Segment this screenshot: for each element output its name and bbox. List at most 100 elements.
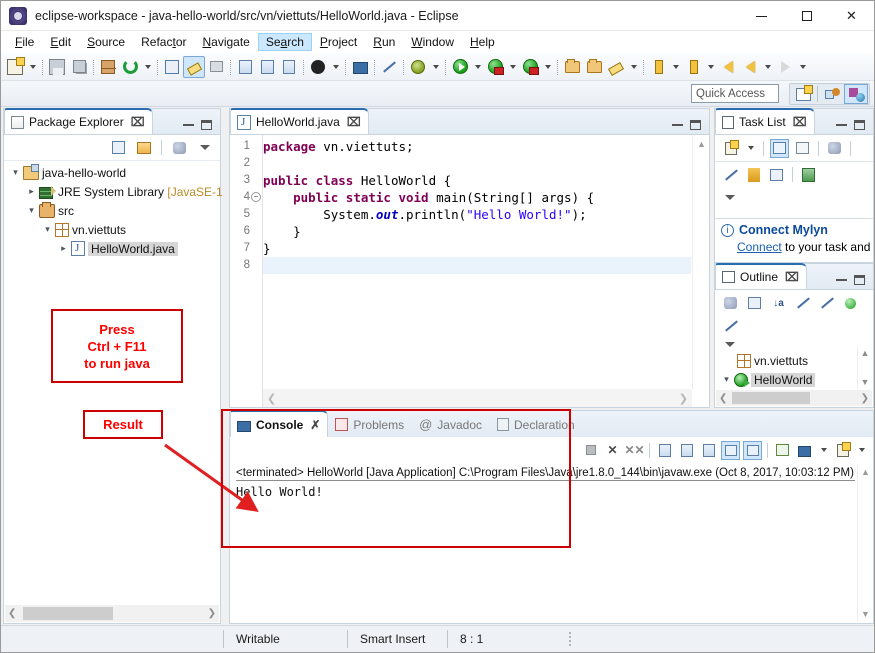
monitor-icon[interactable] <box>349 56 371 78</box>
new-java-project-icon[interactable] <box>161 56 183 78</box>
tree-row-java-hello-world[interactable]: ▾ java-hello-world <box>4 163 220 182</box>
tree-row-src[interactable]: ▾ src <box>4 201 220 220</box>
pilcrow-icon[interactable] <box>278 56 300 78</box>
editor-vscrollbar[interactable]: ▲ <box>692 135 709 389</box>
twisty-closed-icon[interactable]: ▸ <box>24 186 39 197</box>
close-button[interactable]: ✕ <box>829 1 874 31</box>
debug-dropdown-arrow-icon[interactable] <box>506 56 519 78</box>
arrow-up-icon[interactable] <box>682 56 704 78</box>
run-dropdown-arrow-icon[interactable] <box>471 56 484 78</box>
open-perspective-icon[interactable] <box>791 84 815 104</box>
open-console-dropdown-arrow-icon[interactable] <box>855 439 868 461</box>
menu-refactor[interactable]: Refactor <box>133 33 194 51</box>
forward-arrow-icon[interactable] <box>774 56 796 78</box>
tab-package-explorer[interactable]: Package Explorer ⌧ <box>4 108 153 134</box>
open-type-icon[interactable] <box>256 56 278 78</box>
menu-run[interactable]: Run <box>365 33 403 51</box>
tree-row-jre-system-library[interactable]: ▸ JRE System Library [JavaSE-1 <box>4 182 223 201</box>
tree-row-vn-viettuts[interactable]: vn.viettuts <box>715 351 873 370</box>
twisty-open-icon[interactable]: ▾ <box>719 374 734 385</box>
save-all-icon[interactable] <box>68 56 90 78</box>
tab-outline[interactable]: Outline ⌧ <box>715 263 807 289</box>
highlighter-icon[interactable] <box>183 55 205 78</box>
maximize-view-icon[interactable] <box>690 120 701 130</box>
open-folder-icon[interactable] <box>561 56 583 78</box>
tree-row-vn-viettuts[interactable]: ▾ vn.viettuts <box>4 220 220 239</box>
quick-access-input[interactable]: Quick Access <box>691 84 779 103</box>
coverage-dropdown-arrow-icon[interactable] <box>541 56 554 78</box>
minimize-button[interactable] <box>739 1 784 31</box>
new-task-dropdown-arrow-icon[interactable] <box>744 137 757 159</box>
prev-annotation-dropdown-arrow-icon[interactable] <box>704 56 717 78</box>
coverage-icon[interactable] <box>519 56 541 78</box>
show-on-error-icon[interactable] <box>743 440 762 460</box>
folder-icon[interactable] <box>583 56 605 78</box>
menu-source[interactable]: Source <box>79 33 133 51</box>
close-icon[interactable]: ✗ <box>310 419 320 431</box>
new-document-icon[interactable] <box>4 56 26 78</box>
close-icon[interactable]: ⌧ <box>347 116 361 128</box>
twisty-open-icon[interactable]: ▾ <box>24 205 39 216</box>
sort-az-icon[interactable]: ↓a <box>769 294 788 313</box>
java-perspective-icon[interactable] <box>844 84 868 104</box>
remove-launch-icon[interactable]: ✕ <box>603 441 622 460</box>
tab-helloworld-java[interactable]: HelloWorld.java ⌧ <box>230 108 369 134</box>
code-text[interactable]: package vn.viettuts; public class HelloW… <box>263 135 691 389</box>
maximize-view-icon[interactable] <box>854 120 865 130</box>
show-on-output-icon[interactable] <box>721 440 740 460</box>
collapse-all-icon[interactable] <box>745 294 764 313</box>
view-menu-icon[interactable] <box>725 195 735 200</box>
hide-fields-icon[interactable] <box>793 294 812 313</box>
twisty-open-icon[interactable]: ▾ <box>8 167 23 178</box>
project-explorer-perspective-icon[interactable] <box>820 84 844 104</box>
save-icon[interactable] <box>46 56 68 78</box>
scroll-left-icon[interactable]: ❮ <box>8 608 16 619</box>
link-editor-icon[interactable] <box>134 138 153 157</box>
editor-hscrollbar[interactable]: ❮ ❯ <box>263 389 692 407</box>
open-console-icon[interactable] <box>833 441 852 460</box>
scroll-right-icon[interactable]: ❯ <box>679 392 688 405</box>
back-dropdown-arrow-icon[interactable] <box>761 56 774 78</box>
skip-breakpoints-icon[interactable] <box>205 56 227 78</box>
menu-search[interactable]: Search <box>257 33 312 51</box>
menu-help[interactable]: Help <box>462 33 503 51</box>
scroll-thumb[interactable] <box>23 607 113 620</box>
menu-file[interactable]: File <box>7 33 42 51</box>
minimize-view-icon[interactable] <box>836 124 847 126</box>
package-explorer-hscrollbar[interactable]: ❮ ❯ <box>5 605 219 622</box>
focus-workweek-icon[interactable] <box>825 139 844 158</box>
open-task-icon[interactable] <box>234 56 256 78</box>
new-task-icon[interactable] <box>721 139 740 158</box>
run-icon[interactable] <box>449 56 471 78</box>
pencil-dropdown-arrow-icon[interactable] <box>627 56 640 78</box>
uncompleted-icon[interactable] <box>744 165 763 184</box>
menu-window[interactable]: Window <box>403 33 462 51</box>
build-dropdown-arrow-icon[interactable] <box>141 56 154 78</box>
scheduled-icon[interactable] <box>793 139 812 158</box>
clear-console-icon[interactable] <box>655 441 674 460</box>
collapse-all-icon[interactable] <box>109 138 128 157</box>
person-dropdown-arrow-icon[interactable] <box>329 56 342 78</box>
display-console-dropdown-arrow-icon[interactable] <box>817 439 830 461</box>
back-arrow-icon[interactable] <box>739 56 761 78</box>
outline-vscrollbar[interactable]: ▲ ▼ <box>857 346 872 389</box>
pen-disabled-icon[interactable] <box>378 56 400 78</box>
tab-task-list[interactable]: Task List ⌧ <box>715 108 815 134</box>
pin-console-icon[interactable] <box>773 441 792 460</box>
filters-icon[interactable] <box>170 138 189 157</box>
focus-task-icon[interactable] <box>721 294 740 313</box>
new-package-icon[interactable] <box>97 56 119 78</box>
console-vscrollbar[interactable]: ▲ ▼ <box>857 465 873 621</box>
maximize-button[interactable] <box>784 1 829 31</box>
scroll-thumb[interactable] <box>732 392 810 404</box>
bug-dropdown-arrow-icon[interactable] <box>429 56 442 78</box>
categorized-icon[interactable] <box>770 138 789 158</box>
scroll-down-icon[interactable]: ▼ <box>861 377 870 387</box>
scroll-right-icon[interactable]: ❯ <box>208 608 216 619</box>
pencil-icon[interactable] <box>605 56 627 78</box>
connect-link[interactable]: Connect <box>737 240 782 254</box>
scroll-left-icon[interactable]: ❮ <box>719 393 727 404</box>
build-refresh-icon[interactable] <box>119 56 141 78</box>
collapse-all-icon[interactable] <box>767 165 786 184</box>
synchronize-icon[interactable] <box>721 165 740 184</box>
